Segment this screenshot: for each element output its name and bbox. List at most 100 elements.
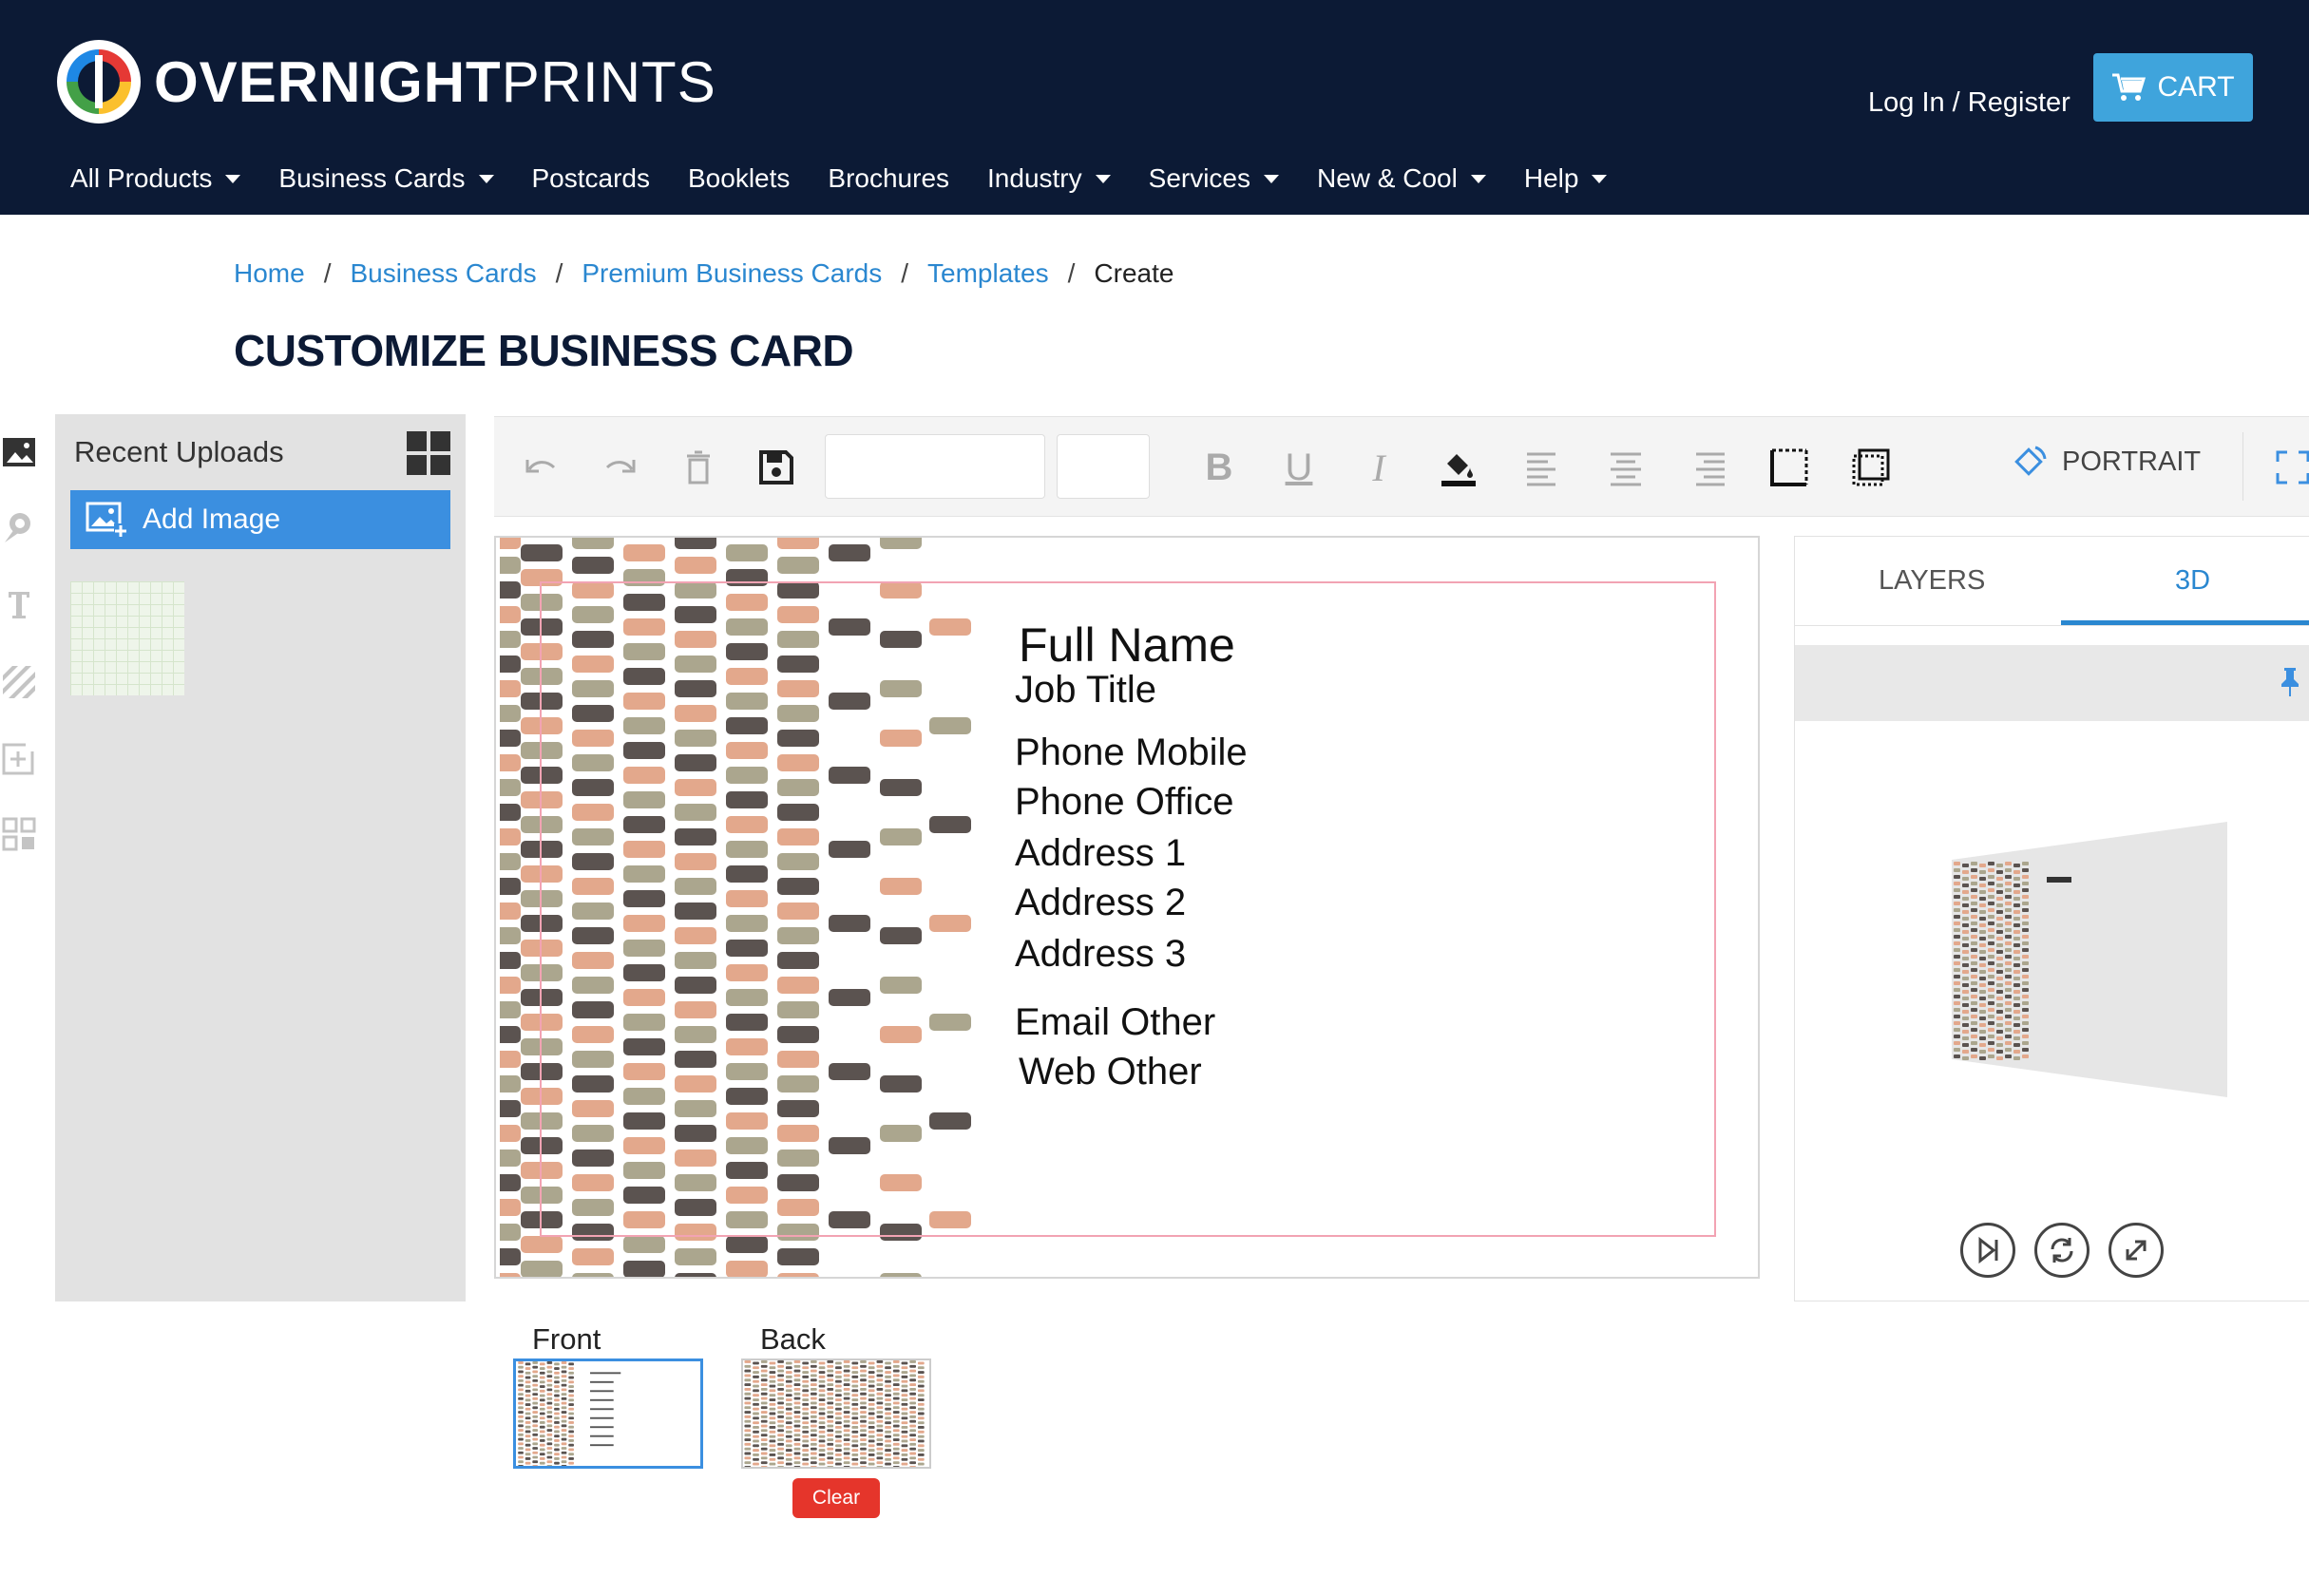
tab-3d[interactable]: 3D (2175, 565, 2210, 597)
pattern-pill (539, 1403, 545, 1406)
italic-button[interactable]: I (1355, 444, 1403, 491)
pattern-pill (518, 1451, 524, 1454)
pattern-pill (1979, 1050, 1986, 1054)
nav-industry[interactable]: Industry (987, 163, 1111, 194)
nav-new-cool[interactable]: New & Cool (1317, 163, 1486, 194)
bold-button[interactable]: B (1195, 444, 1243, 491)
pattern-pill (572, 538, 614, 549)
login-register-link[interactable]: Log In / Register (1868, 87, 2070, 119)
pattern-pill (818, 1444, 826, 1448)
nav-postcards[interactable]: Postcards (532, 163, 651, 194)
clear-back-button[interactable]: Clear (792, 1478, 880, 1518)
delete-icon[interactable] (675, 444, 722, 491)
undo-icon[interactable] (517, 444, 564, 491)
card-web[interactable]: Web Other (1019, 1051, 1202, 1093)
card-address-2[interactable]: Address 2 (1015, 882, 1186, 924)
pattern-pill (818, 1371, 826, 1374)
portrait-button[interactable]: PORTRAIT (2013, 444, 2201, 480)
pattern-pill (753, 1430, 759, 1434)
tab-layers[interactable]: LAYERS (1879, 565, 1985, 597)
bleed-toggle-icon[interactable] (1765, 444, 1813, 491)
breadcrumb-business-cards[interactable]: Business Cards (350, 258, 536, 289)
card-3d-preview[interactable] (1952, 822, 2227, 1107)
pattern-pill (793, 1383, 801, 1387)
pattern-pill (1962, 950, 1969, 954)
pattern-pill (518, 1447, 524, 1450)
pattern-pill (539, 1376, 545, 1379)
pattern-pill (802, 1426, 810, 1429)
rotate-preview-icon[interactable] (2034, 1223, 2090, 1278)
pattern-pill (843, 1466, 850, 1467)
expand-preview-icon[interactable] (2109, 1223, 2164, 1278)
card-phone-office[interactable]: Phone Office (1015, 781, 1234, 824)
card-job-title[interactable]: Job Title (1015, 669, 1156, 712)
pattern-pill (2005, 948, 2012, 952)
back-side-thumbnail[interactable] (741, 1358, 931, 1469)
front-side-thumbnail[interactable] (513, 1358, 703, 1469)
preview-header-bar (1795, 645, 2309, 721)
pattern-pill (802, 1434, 810, 1438)
pattern-pill (892, 1424, 900, 1428)
nav-services[interactable]: Services (1149, 163, 1280, 194)
nav-help[interactable]: Help (1524, 163, 1608, 194)
pattern-pill (868, 1434, 875, 1438)
pattern-pill (917, 1454, 925, 1456)
nav-all-products[interactable]: All Products (70, 163, 241, 194)
nav-booklets[interactable]: Booklets (688, 163, 790, 194)
fill-color-icon[interactable] (1435, 444, 1482, 491)
pattern-pill (876, 1466, 884, 1467)
pattern-pill (868, 1462, 875, 1466)
image-tool-icon[interactable] (0, 433, 38, 471)
pattern-pill (785, 1412, 792, 1416)
align-center-icon[interactable] (1602, 444, 1650, 491)
pattern-pill (518, 1442, 524, 1446)
pattern-pill (546, 1465, 553, 1466)
card-address-3[interactable]: Address 3 (1015, 933, 1186, 976)
qr-code-tool-icon[interactable] (0, 815, 38, 853)
font-family-input[interactable] (825, 434, 1045, 499)
background-tool-icon[interactable] (0, 663, 38, 701)
shapes-tool-icon[interactable] (0, 509, 38, 547)
pattern-pill (2022, 1048, 2029, 1052)
add-element-tool-icon[interactable] (0, 739, 38, 777)
site-logo[interactable]: OVERNIGHTPRINTS (57, 40, 716, 124)
pattern-pill (1996, 970, 2003, 974)
add-image-icon (86, 502, 127, 537)
save-icon[interactable] (753, 444, 800, 491)
play-step-icon[interactable] (1960, 1223, 2015, 1278)
card-address-1[interactable]: Address 1 (1015, 832, 1186, 875)
pattern-pill (1988, 902, 1994, 905)
pattern-pill (760, 1442, 768, 1446)
safe-zone-toggle-icon[interactable] (1847, 444, 1895, 491)
pattern-pill (777, 1411, 784, 1414)
pattern-pill (2005, 1001, 2012, 1005)
font-size-input[interactable] (1057, 434, 1150, 499)
pattern-pill (793, 1374, 801, 1378)
nav-business-cards[interactable]: Business Cards (278, 163, 494, 194)
add-image-button[interactable]: Add Image (70, 490, 450, 549)
design-canvas[interactable]: Full Name Job Title Phone Mobile Phone O… (494, 536, 1760, 1279)
pattern-pill (568, 1453, 574, 1456)
pattern-pill (1996, 1016, 2003, 1020)
card-full-name[interactable]: Full Name (1019, 618, 1235, 673)
cart-button[interactable]: CART (2093, 53, 2253, 122)
align-left-icon[interactable] (1518, 444, 1566, 491)
breadcrumb-premium-business-cards[interactable]: Premium Business Cards (582, 258, 882, 289)
breadcrumb-templates[interactable]: Templates (927, 258, 1049, 289)
align-right-icon[interactable] (1686, 444, 1733, 491)
card-phone-mobile[interactable]: Phone Mobile (1015, 732, 1248, 774)
text-tool-icon[interactable] (0, 585, 38, 623)
pattern-pill (1996, 877, 2003, 881)
card-email[interactable]: Email Other (1015, 1001, 1215, 1044)
fullscreen-icon[interactable] (2269, 444, 2309, 491)
underline-button[interactable]: U (1275, 444, 1323, 491)
pattern-pill (843, 1461, 850, 1465)
nav-brochures[interactable]: Brochures (828, 163, 949, 194)
redo-icon[interactable] (597, 444, 644, 491)
breadcrumb-home[interactable]: Home (234, 258, 305, 289)
pin-icon[interactable] (2278, 666, 2302, 698)
pattern-pill (554, 1394, 560, 1397)
recent-upload-thumbnail[interactable] (70, 581, 184, 695)
pattern-pill (726, 1236, 768, 1253)
grid-view-icon[interactable] (407, 431, 450, 475)
